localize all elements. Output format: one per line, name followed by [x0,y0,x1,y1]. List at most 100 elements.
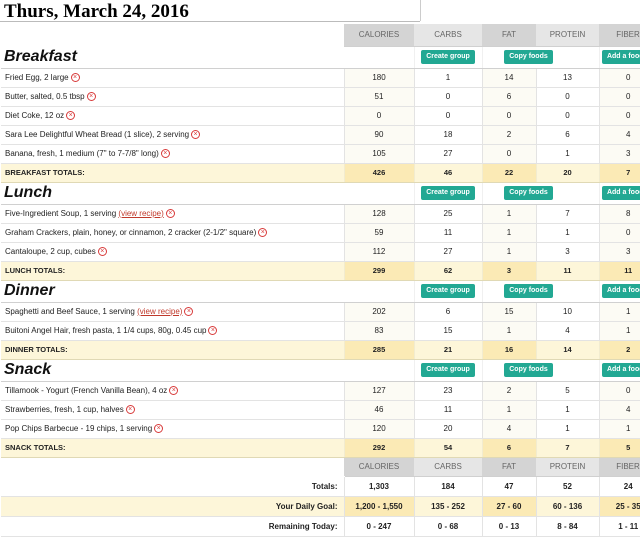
column-header-row: CALORIES CARBS FAT PROTEIN FIBER [1,24,640,47]
total-carbs: 54 [413,438,482,458]
col-fat: FAT [482,24,536,47]
delete-icon[interactable]: × [154,424,164,434]
cell-calories: 51 [343,87,414,107]
copy-foods-button-breakfast[interactable]: Copy foods [504,50,553,64]
summary-remaining-fiber: 1 - 11 [598,516,640,537]
add-food-button-dinner[interactable]: Add a food + [601,284,640,298]
food-row: Tillamook - Yogurt (French Vanilla Bean)… [1,381,640,401]
food-row: Graham Crackers, plain, honey, or cinnam… [1,223,640,243]
add-food-button-snack[interactable]: Add a food + [601,363,640,377]
total-protein: 20 [535,163,599,183]
food-name: Tillamook - Yogurt (French Vanilla Bean)… [5,385,168,395]
cell-protein: 4 [535,321,599,341]
food-cell: Banana, fresh, 1 medium (7" to 7-7/8" lo… [1,144,344,164]
cell-fat: 1 [481,321,536,341]
copy-foods-button-dinner[interactable]: Copy foods [504,284,553,298]
summary-totals-label: Totals: [1,476,344,497]
total-protein: 7 [535,438,599,458]
delete-icon[interactable]: × [160,149,170,159]
copy-foods-button-lunch[interactable]: Copy foods [504,186,553,200]
delete-icon[interactable]: × [125,405,135,415]
totals-label: SNACK TOTALS: [1,438,344,458]
create-group-button-dinner[interactable]: Create group [421,284,475,298]
cell-carbs: 0 [413,106,482,126]
delete-icon[interactable]: × [208,326,218,336]
add-food-button-lunch[interactable]: Add a food + [601,186,640,200]
view-recipe-link[interactable]: (view recipe) [118,209,163,218]
food-name: Diet Coke, 12 oz [5,110,65,120]
food-name: Pop Chips Barbecue - 19 chips, 1 serving [5,423,153,433]
food-row: Spaghetti and Beef Sauce, 1 serving (vie… [1,302,640,322]
total-carbs: 21 [413,340,482,360]
total-fiber: 7 [598,163,640,183]
food-row: Buitoni Angel Hair, fresh pasta, 1 1/4 c… [1,321,640,341]
summary-remaining-protein: 8 - 84 [535,516,599,537]
cell-carbs: 25 [413,204,482,224]
summary-goal-fat: 27 - 60 [481,496,536,517]
view-recipe-link[interactable]: (view recipe) [137,307,182,316]
food-cell: Buitoni Angel Hair, fresh pasta, 1 1/4 c… [1,321,344,341]
total-fat: 22 [481,163,536,183]
total-fiber: 5 [598,438,640,458]
delete-icon[interactable]: × [66,111,76,121]
summary-goal-row: Your Daily Goal: 1,200 - 1,550 135 - 252 27… [1,496,640,517]
copy-foods-button-snack[interactable]: Copy foods [504,363,553,377]
food-row: Banana, fresh, 1 medium (7" to 7-7/8" lo… [1,144,640,164]
cell-fat: 0 [481,106,536,126]
cell-calories: 90 [343,125,414,145]
total-fat: 6 [481,438,536,458]
food-row: Pop Chips Barbecue - 19 chips, 1 serving… [1,419,640,439]
meal-title-snack: Snack [1,359,344,382]
food-diary-table: CALORIES CARBS FAT PROTEIN FIBER Breakfa… [1,24,640,537]
total-protein: 14 [535,340,599,360]
summary-remaining-carbs: 0 - 68 [413,516,482,537]
cell-calories: 46 [343,400,414,420]
add-food-button-breakfast[interactable]: Add a food + [601,50,640,64]
delete-icon[interactable]: × [169,386,179,396]
food-cell: Diet Coke, 12 oz × [1,106,344,126]
delete-icon[interactable]: × [165,209,175,219]
cell-protein: 7 [535,204,599,224]
cell-carbs: 6 [413,302,482,322]
col-protein: PROTEIN [536,24,599,47]
cell-fiber: 3 [598,144,640,164]
cell-calories: 0 [343,106,414,126]
meal-header-snack: Snack Create group Copy foods Add a food + [1,359,640,382]
cell-fat: 4 [481,419,536,439]
create-group-button-snack[interactable]: Create group [421,363,475,377]
meal-totals-breakfast: BREAKFAST TOTALS: 426 46 22 20 7 [1,163,640,183]
food-cell: Fried Egg, 2 large × [1,68,344,88]
food-row: Five-Ingredient Soup, 1 serving (view re… [1,204,640,224]
cell-calories: 112 [343,242,414,262]
summary-totals-calories: 1,303 [343,476,414,497]
cell-protein: 0 [535,106,599,126]
delete-icon[interactable]: × [86,92,96,102]
meal-totals-lunch: LUNCH TOTALS: 299 62 3 11 11 [1,261,640,281]
delete-icon[interactable]: × [191,130,201,140]
create-group-button-breakfast[interactable]: Create group [421,50,475,64]
cell-fat: 2 [481,381,536,401]
food-name: Buitoni Angel Hair, fresh pasta, 1 1/4 c… [5,325,207,335]
cell-fat: 1 [481,204,536,224]
cell-calories: 83 [343,321,414,341]
cell-fat: 2 [481,125,536,145]
delete-icon[interactable]: × [258,228,268,238]
food-cell: Pop Chips Barbecue - 19 chips, 1 serving… [1,419,344,439]
summary-col-calories: CALORIES [344,457,414,477]
delete-icon[interactable]: × [97,247,107,257]
delete-icon[interactable]: × [70,73,80,83]
create-group-button-lunch[interactable]: Create group [421,186,475,200]
summary-remaining-row: Remaining Today: 0 - 247 0 - 68 0 - 13 8 - 8… [1,516,640,537]
food-row: Cantaloupe, 2 cup, cubes × 112 27 1 3 3 [1,242,640,262]
summary-remaining-label: Remaining Today: [1,516,344,537]
meal-title-breakfast: Breakfast [1,46,344,69]
total-calories: 292 [343,438,414,458]
cell-fat: 6 [481,87,536,107]
cell-calories: 180 [343,68,414,88]
food-name: Spaghetti and Beef Sauce, 1 serving [5,306,135,316]
delete-icon[interactable]: × [184,307,194,317]
cell-fiber: 0 [598,87,640,107]
food-cell: Graham Crackers, plain, honey, or cinnam… [1,223,344,243]
cell-carbs: 23 [413,381,482,401]
summary-goal-fiber: 25 - 35 [598,496,640,517]
